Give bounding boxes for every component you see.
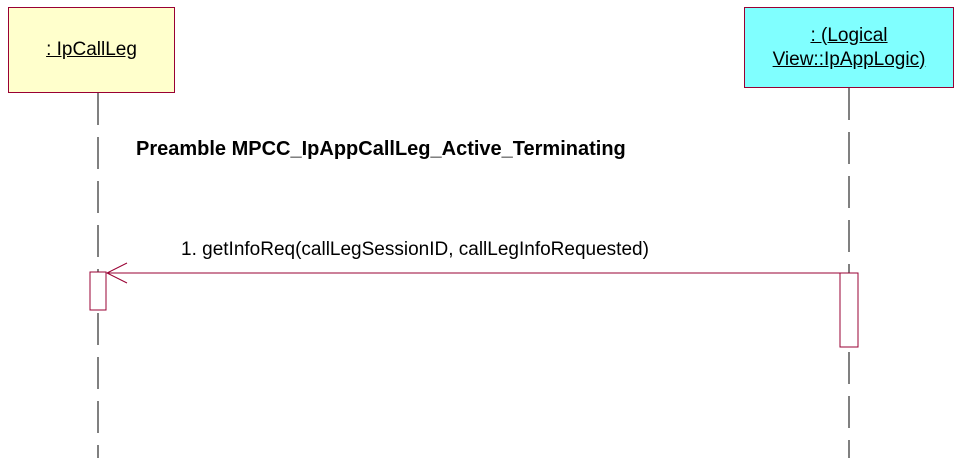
diagram-title: Preamble MPCC_IpAppCallLeg_Active_Termin… bbox=[136, 138, 626, 160]
sequence-diagram-canvas bbox=[89, 88, 859, 458]
message-label: 1. getInfoReq(callLegSessionID, callLegI… bbox=[181, 239, 649, 260]
activation-bar-ipcallleg bbox=[89, 271, 107, 311]
activation-bar-ipapplogic bbox=[839, 272, 859, 348]
